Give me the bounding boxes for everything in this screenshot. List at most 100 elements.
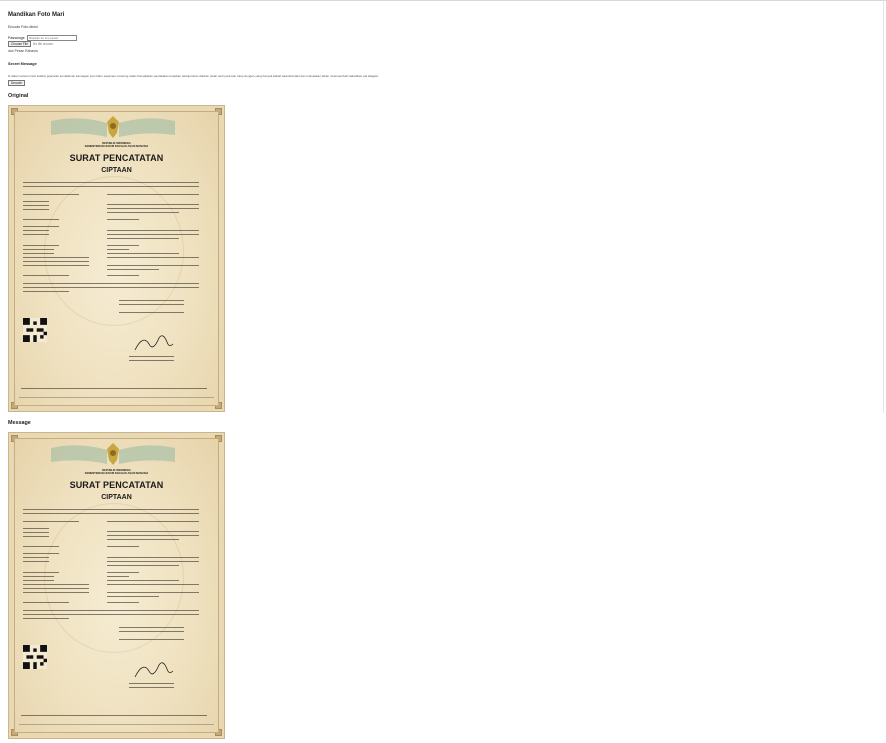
file-note: dan Pesan Rahasia bbox=[8, 49, 38, 53]
certificate-text-line bbox=[23, 219, 59, 221]
certificate-text-line bbox=[23, 205, 49, 207]
certificate-text-line bbox=[119, 627, 184, 629]
certificate-text-line bbox=[23, 186, 199, 188]
certificate-text-line bbox=[107, 602, 139, 604]
certificate-text-line bbox=[23, 245, 59, 247]
garuda-emblem-icon bbox=[51, 443, 175, 465]
certificate-text-line bbox=[23, 201, 49, 203]
certificate-text-line bbox=[23, 546, 59, 548]
certificate-subtitle: CIPTAAN bbox=[101, 494, 132, 501]
certificate-text-line bbox=[23, 553, 59, 555]
certificate-text-line bbox=[23, 283, 199, 285]
certificate-text-line bbox=[21, 715, 207, 717]
certificate-text-line bbox=[23, 614, 199, 616]
certificate-text-line bbox=[23, 557, 49, 559]
signature-icon bbox=[134, 335, 174, 351]
certificate-title: SURAT PENCATATAN bbox=[69, 153, 164, 163]
page-title: Mandikan Foto Mari bbox=[8, 12, 65, 18]
top-border bbox=[0, 0, 886, 1]
certificate-text-line bbox=[107, 208, 199, 210]
certificate-text-line bbox=[119, 631, 184, 633]
certificate-text-line bbox=[129, 683, 174, 685]
certificate-text-line bbox=[107, 234, 199, 236]
certificate-text-line bbox=[107, 596, 159, 598]
certificate-text-line bbox=[23, 576, 54, 578]
certificate-text-line bbox=[23, 509, 199, 511]
certificate-text-line bbox=[107, 521, 199, 523]
certificate-text-line bbox=[23, 513, 199, 515]
certificate-text-line bbox=[107, 257, 199, 259]
certificate-text-line bbox=[119, 312, 184, 314]
certificate-text-line bbox=[23, 291, 69, 293]
certificate-text-line bbox=[23, 528, 49, 530]
certificate-text-line bbox=[119, 300, 184, 302]
certificate-text-line bbox=[119, 639, 184, 641]
original-certificate-image: REPUBLIK INDONESIA KEMENTERIAN HUKUM DAN… bbox=[8, 105, 225, 412]
certificate-text-line bbox=[23, 602, 69, 604]
certificate-text-line bbox=[23, 588, 89, 590]
stego-label: Message bbox=[8, 420, 31, 426]
certificate-text-line bbox=[107, 539, 179, 541]
certificate-text-line bbox=[23, 253, 54, 255]
certificate-text-line bbox=[129, 687, 174, 689]
certificate-text-line bbox=[107, 565, 179, 567]
qr-code-icon bbox=[23, 318, 47, 342]
certificate-text-line bbox=[107, 584, 199, 586]
file-name-text: No file chosen bbox=[33, 41, 54, 46]
certificate-text-line bbox=[23, 234, 49, 236]
garuda-emblem-icon bbox=[51, 116, 175, 138]
qr-code-icon bbox=[23, 645, 47, 669]
stego-certificate-image: REPUBLIK INDONESIA KEMENTERIAN HUKUM DAN… bbox=[8, 432, 225, 739]
certificate-text-line bbox=[107, 219, 139, 221]
choose-file-button[interactable]: Choose File bbox=[8, 41, 32, 47]
certificate-text-line bbox=[21, 388, 207, 390]
certificate-text-line bbox=[119, 304, 184, 306]
certificate-text-line bbox=[107, 249, 129, 251]
certificate-text-line bbox=[107, 592, 199, 594]
certificate-text-line bbox=[23, 584, 89, 586]
certificate-text-line bbox=[23, 275, 69, 277]
certificate-text-line bbox=[129, 356, 174, 358]
certificate-text-line bbox=[107, 269, 159, 271]
certificate-text-line bbox=[23, 287, 199, 289]
certificate-text-line bbox=[107, 576, 129, 578]
decode-button[interactable]: Decode bbox=[8, 80, 25, 86]
certificate-text-line bbox=[107, 275, 139, 277]
certificate-text-line bbox=[107, 535, 199, 537]
password-label: Passwoge bbox=[8, 36, 25, 40]
certificate-title: SURAT PENCATATAN bbox=[69, 480, 164, 490]
certificate-text-line bbox=[23, 532, 49, 534]
signature-icon bbox=[134, 662, 174, 678]
certificate-text-line bbox=[107, 546, 139, 548]
secret-message-text: bi dalam terkat ncsisi kelahiy jejanaian… bbox=[8, 74, 379, 78]
certificate-text-line bbox=[23, 592, 89, 594]
institution-line: KEMENTERIAN HUKUM DAN HAK ASASI MANUSIA bbox=[84, 145, 149, 149]
certificate-text-line bbox=[107, 557, 199, 559]
certificate-text-line bbox=[23, 580, 54, 582]
certificate-institution: REPUBLIK INDONESIA KEMENTERIAN HUKUM DAN… bbox=[9, 469, 224, 475]
certificate-text-line bbox=[107, 245, 139, 247]
certificate-text-line bbox=[23, 618, 69, 620]
certificate-text-line bbox=[107, 194, 199, 196]
file-row: Choose File No file chosen bbox=[8, 41, 53, 47]
certificate-institution: REPUBLIK INDONESIA KEMENTERIAN HUKUM DAN… bbox=[9, 142, 224, 148]
certificate-text-line bbox=[107, 238, 179, 240]
certificate-subtitle: CIPTAAN bbox=[101, 167, 132, 174]
certificate-footer-line bbox=[19, 724, 214, 725]
certificate-text-line bbox=[23, 265, 89, 267]
certificate-text-line bbox=[107, 204, 199, 206]
encode-subtitle: Encode Foto disini bbox=[8, 25, 38, 29]
secret-message-heading: Secret Message bbox=[8, 62, 37, 66]
certificate-text-line bbox=[23, 257, 89, 259]
certificate-text-line bbox=[107, 580, 179, 582]
original-label: Original bbox=[8, 93, 29, 99]
certificate-text-line bbox=[23, 194, 79, 196]
certificate-text-line bbox=[23, 521, 79, 523]
institution-line: KEMENTERIAN HUKUM DAN HAK ASASI MANUSIA bbox=[84, 472, 149, 476]
certificate-footer-line bbox=[19, 397, 214, 398]
certificate-text-line bbox=[107, 561, 199, 563]
certificate-text-line bbox=[23, 261, 89, 263]
certificate-text-line bbox=[107, 531, 199, 533]
certificate-text-line bbox=[23, 610, 199, 612]
certificate-text-line bbox=[107, 253, 179, 255]
